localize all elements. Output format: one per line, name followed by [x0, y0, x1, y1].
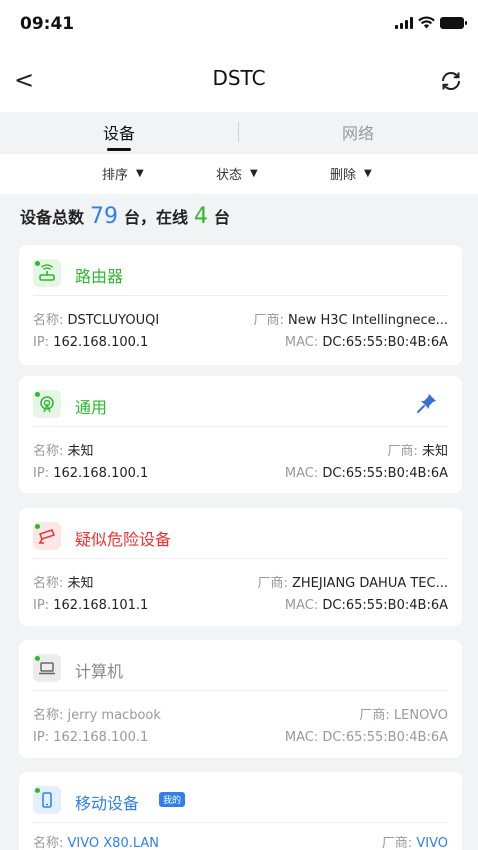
status-label: 状态 — [216, 168, 243, 183]
summary-mid: 台，在线 — [124, 208, 189, 227]
online-count: 4 — [194, 204, 209, 229]
delete-label: 删除 — [330, 168, 357, 183]
device-ip-row: IP: 162.168.101.1 MAC: DC:65:55:B0:4B:6A — [33, 598, 448, 613]
device-mac: DC:65:55:B0:4B:6A — [322, 598, 448, 613]
divider — [33, 558, 448, 559]
generic-device-icon — [33, 390, 61, 418]
device-ip: 162.168.100.1 — [53, 466, 149, 481]
summary-suffix: 台 — [214, 208, 231, 227]
device-vendor: New H3C Intellingnece... — [287, 313, 448, 328]
status-dropdown[interactable]: 状态 ▼ — [216, 164, 258, 183]
device-card[interactable]: 计算机 名称: jerry macbook 厂商: LENOVO IP: 162… — [19, 640, 462, 758]
battery-icon — [440, 16, 467, 29]
sort-dropdown[interactable]: 排序 ▼ — [102, 164, 144, 183]
signal-icon — [395, 16, 413, 29]
total-count: 79 — [90, 204, 119, 229]
tab-divider — [238, 122, 239, 142]
device-card[interactable]: 疑似危险设备 名称: 未知 厂商: ZHEJIANG DAHUA TEC... … — [19, 508, 462, 626]
wifi-icon — [418, 16, 435, 29]
camera-icon — [33, 522, 61, 550]
divider — [33, 426, 448, 427]
device-name: 未知 — [67, 576, 94, 591]
delete-dropdown[interactable]: 删除 ▼ — [330, 164, 372, 183]
device-mac: DC:65:55:B0:4B:6A — [322, 730, 448, 745]
device-ip-row: IP: 162.168.100.1 MAC: DC:65:55:B0:4B:6A — [33, 466, 448, 481]
refresh-icon[interactable] — [438, 68, 464, 94]
device-mac: DC:65:55:B0:4B:6A — [322, 335, 448, 350]
sort-label: 排序 — [102, 168, 129, 183]
device-name-row: 名称: 未知 厂商: ZHEJIANG DAHUA TEC... — [33, 576, 448, 591]
device-name-row: 名称: 未知 厂商: 未知 — [33, 444, 448, 459]
device-card[interactable]: 移动设备 我的 名称: VIVO X80.LAN 厂商: VIVO — [19, 772, 462, 850]
device-summary: 设备总数 79 台，在线 4 台 — [20, 204, 230, 229]
device-name-row: 名称: DSTCLUYOUQI 厂商: New H3C Intellingnec… — [33, 313, 448, 328]
device-name-row: 名称: VIVO X80.LAN 厂商: VIVO — [33, 836, 448, 850]
divider — [33, 295, 448, 296]
device-name: jerry macbook — [67, 708, 161, 723]
device-vendor: ZHEJIANG DAHUA TEC... — [291, 576, 448, 591]
status-icons — [395, 16, 467, 29]
device-ip: 162.168.100.1 — [53, 730, 149, 745]
tab-network[interactable]: 网络 — [298, 120, 418, 144]
device-name: 未知 — [67, 444, 94, 459]
page-title: DSTC — [212, 66, 266, 90]
device-type-label: 疑似危险设备 — [75, 530, 172, 549]
device-ip: 162.168.101.1 — [53, 598, 149, 613]
device-name: DSTCLUYOUQI — [67, 313, 160, 328]
status-bar: 09:41 — [0, 0, 478, 48]
filter-bar: 排序 ▼ 状态 ▼ 删除 ▼ — [0, 154, 478, 194]
caret-down-icon: ▼ — [364, 168, 372, 179]
device-vendor: LENOVO — [393, 708, 448, 723]
tab-bar: 设备 网络 — [0, 112, 478, 154]
device-type-label: 路由器 — [75, 267, 124, 286]
device-card[interactable]: 路由器 名称: DSTCLUYOUQI 厂商: New H3C Intellin… — [19, 245, 462, 365]
device-ip: 162.168.100.1 — [53, 335, 149, 350]
device-mac: DC:65:55:B0:4B:6A — [322, 466, 448, 481]
router-icon — [33, 259, 61, 287]
status-time: 09:41 — [20, 14, 75, 34]
tab-device[interactable]: 设备 — [59, 120, 179, 144]
device-ip-row: IP: 162.168.100.1 MAC: DC:65:55:B0:4B:6A — [33, 335, 448, 350]
divider — [33, 690, 448, 691]
divider — [33, 822, 448, 823]
device-name: VIVO X80.LAN — [67, 836, 160, 850]
nav-bar: < DSTC — [0, 48, 478, 112]
device-vendor: VIVO — [416, 836, 448, 850]
laptop-icon — [33, 654, 61, 682]
summary-prefix: 设备总数 — [20, 208, 85, 227]
caret-down-icon: ▼ — [136, 168, 144, 179]
device-vendor: 未知 — [421, 444, 448, 459]
mine-badge: 我的 — [159, 792, 186, 807]
device-type-label: 通用 — [75, 398, 108, 417]
device-name-row: 名称: jerry macbook 厂商: LENOVO — [33, 708, 448, 723]
device-type-label: 移动设备 — [75, 794, 140, 813]
device-card[interactable]: 通用 名称: 未知 厂商: 未知 IP: 162.168.100.1 MAC: … — [19, 376, 462, 493]
tab-active-indicator — [107, 148, 131, 151]
device-ip-row: IP: 162.168.100.1 MAC: DC:65:55:B0:4B:6A — [33, 730, 448, 745]
mobile-icon — [33, 786, 61, 814]
device-type-label: 计算机 — [75, 662, 124, 681]
pin-icon[interactable] — [416, 392, 438, 414]
caret-down-icon: ▼ — [250, 168, 258, 179]
